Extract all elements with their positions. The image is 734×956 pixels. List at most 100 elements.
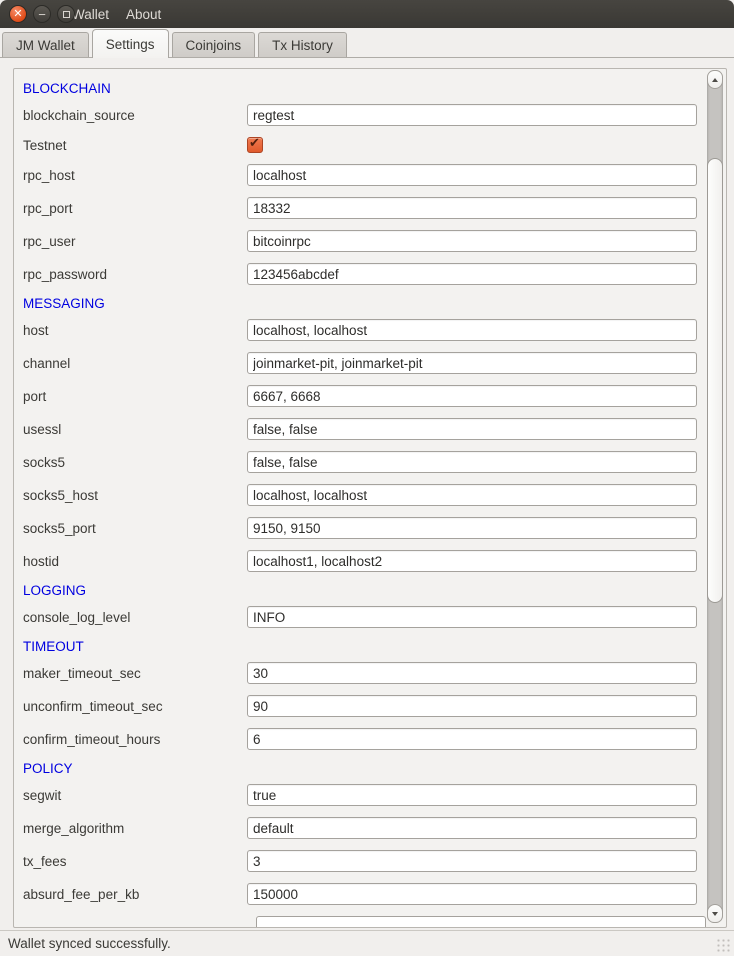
check-icon: ✔ [249, 135, 260, 151]
form-row-maker-timeout-sec: maker_timeout_sec [23, 662, 726, 684]
section-header-messaging: MESSAGING [23, 296, 726, 311]
form-row-socks5-port: socks5_port [23, 517, 726, 539]
minimize-button[interactable]: − [33, 5, 51, 23]
form-row-rpc-user: rpc_user [23, 230, 726, 252]
field-label-testnet: Testnet [23, 138, 247, 153]
field-input-socks5[interactable] [247, 451, 697, 473]
form-row-host: host [23, 319, 726, 341]
maximize-button[interactable] [57, 5, 75, 23]
vertical-scrollbar [705, 70, 725, 923]
form-row-hostid: hostid [23, 550, 726, 572]
form-row-merge-algorithm: merge_algorithm [23, 817, 726, 839]
field-input-rpc-user[interactable] [247, 230, 697, 252]
status-bar: Wallet synced successfully. [0, 930, 734, 956]
form-row-socks5-host: socks5_host [23, 484, 726, 506]
field-label-unconfirm-timeout-sec: unconfirm_timeout_sec [23, 699, 247, 714]
resize-grip[interactable] [717, 939, 731, 953]
field-input-unconfirm-timeout-sec[interactable] [247, 695, 697, 717]
form-row-port: port [23, 385, 726, 407]
menu-item-wallet[interactable]: Wallet [72, 7, 109, 22]
checkbox-testnet[interactable]: ✔ [247, 137, 263, 153]
titlebar: ✕ − Wallet About [0, 0, 734, 28]
form-row-tx-fees: tx_fees [23, 850, 726, 872]
status-message: Wallet synced successfully. [8, 936, 171, 951]
form-row-rpc-password: rpc_password [23, 263, 726, 285]
field-input-segwit[interactable] [247, 784, 697, 806]
field-input-maker-timeout-sec[interactable] [247, 662, 697, 684]
form-row-rpc-port: rpc_port [23, 197, 726, 219]
field-label-rpc-password: rpc_password [23, 267, 247, 282]
field-label-maker-timeout-sec: maker_timeout_sec [23, 666, 247, 681]
settings-form: BLOCKCHAIN blockchain_source Testnet✔ rpc_h… [14, 69, 726, 928]
field-input-blockchain-source[interactable] [247, 104, 697, 126]
field-label-socks5-port: socks5_port [23, 521, 247, 536]
scroll-up-button[interactable] [707, 70, 723, 89]
settings-scroll-area: BLOCKCHAIN blockchain_source Testnet✔ rpc_h… [13, 68, 727, 928]
field-label-console-log-level: console_log_level [23, 610, 247, 625]
minimize-icon: − [38, 8, 46, 21]
field-input-merge-algorithm[interactable] [247, 817, 697, 839]
field-label-host: host [23, 323, 247, 338]
section-header-timeout: TIMEOUT [23, 639, 726, 654]
form-row-usessl: usessl [23, 418, 726, 440]
field-label-merge-algorithm: merge_algorithm [23, 821, 247, 836]
form-row-rpc-host: rpc_host [23, 164, 726, 186]
field-label-port: port [23, 389, 247, 404]
field-label-hostid: hostid [23, 554, 247, 569]
menu-item-about[interactable]: About [126, 7, 161, 22]
scroll-down-icon [712, 912, 718, 916]
field-label-blockchain-source: blockchain_source [23, 108, 247, 123]
field-input-channel[interactable] [247, 352, 697, 374]
field-input-host[interactable] [247, 319, 697, 341]
field-label-rpc-port: rpc_port [23, 201, 247, 216]
scrollbar-thumb[interactable] [707, 158, 723, 603]
tab-coinjoins[interactable]: Coinjoins [172, 32, 256, 57]
form-row-blockchain-source: blockchain_source [23, 104, 726, 126]
field-input-socks5-port[interactable] [247, 517, 697, 539]
field-input-rpc-port[interactable] [247, 197, 697, 219]
section-header-blockchain: BLOCKCHAIN [23, 81, 726, 96]
field-label-channel: channel [23, 356, 247, 371]
form-row-segwit: segwit [23, 784, 726, 806]
form-row-console-log-level: console_log_level [23, 606, 726, 628]
field-label-tx-fees: tx_fees [23, 854, 247, 869]
field-label-socks5: socks5 [23, 455, 247, 470]
field-input-hostid[interactable] [247, 550, 697, 572]
form-row-testnet: Testnet✔ [23, 137, 726, 153]
form-row-unconfirm-timeout-sec: unconfirm_timeout_sec [23, 695, 726, 717]
field-input-rpc-host[interactable] [247, 164, 697, 186]
maximize-icon [63, 11, 70, 18]
field-input-tx-fees[interactable] [247, 850, 697, 872]
tab-jm-wallet[interactable]: JM Wallet [2, 32, 89, 57]
tab-tx-history[interactable]: Tx History [258, 32, 347, 57]
field-input-rpc-password[interactable] [247, 263, 697, 285]
section-header-logging: LOGGING [23, 583, 726, 598]
field-label-absurd-fee-per-kb: absurd_fee_per_kb [23, 887, 247, 902]
field-input-socks5-host[interactable] [247, 484, 697, 506]
scroll-down-button[interactable] [707, 904, 723, 923]
field-input-console-log-level[interactable] [247, 606, 697, 628]
field-input-confirm-timeout-hours[interactable] [247, 728, 697, 750]
tab-bar: JM Wallet Settings Coinjoins Tx History [0, 28, 734, 58]
field-label-rpc-user: rpc_user [23, 234, 247, 249]
tab-settings[interactable]: Settings [92, 29, 169, 58]
form-row-socks5: socks5 [23, 451, 726, 473]
close-button[interactable]: ✕ [9, 5, 27, 23]
form-row-confirm-timeout-hours: confirm_timeout_hours [23, 728, 726, 750]
close-icon: ✕ [13, 9, 22, 20]
field-label-usessl: usessl [23, 422, 247, 437]
form-row-absurd-fee-per-kb: absurd_fee_per_kb [23, 883, 726, 905]
scroll-up-icon [712, 78, 718, 82]
field-input-usessl[interactable] [247, 418, 697, 440]
app-window: ✕ − Wallet About JM Wallet Settings Coin… [0, 0, 734, 956]
field-input-port[interactable] [247, 385, 697, 407]
field-input-absurd-fee-per-kb[interactable] [247, 883, 697, 905]
form-row-channel: channel [23, 352, 726, 374]
section-header-policy: POLICY [23, 761, 726, 776]
field-label-confirm-timeout-hours: confirm_timeout_hours [23, 732, 247, 747]
field-label-socks5-host: socks5_host [23, 488, 247, 503]
field-label-rpc-host: rpc_host [23, 168, 247, 183]
settings-pane: BLOCKCHAIN blockchain_source Testnet✔ rpc_h… [0, 58, 734, 930]
field-input-partial[interactable] [256, 916, 706, 928]
field-label-segwit: segwit [23, 788, 247, 803]
